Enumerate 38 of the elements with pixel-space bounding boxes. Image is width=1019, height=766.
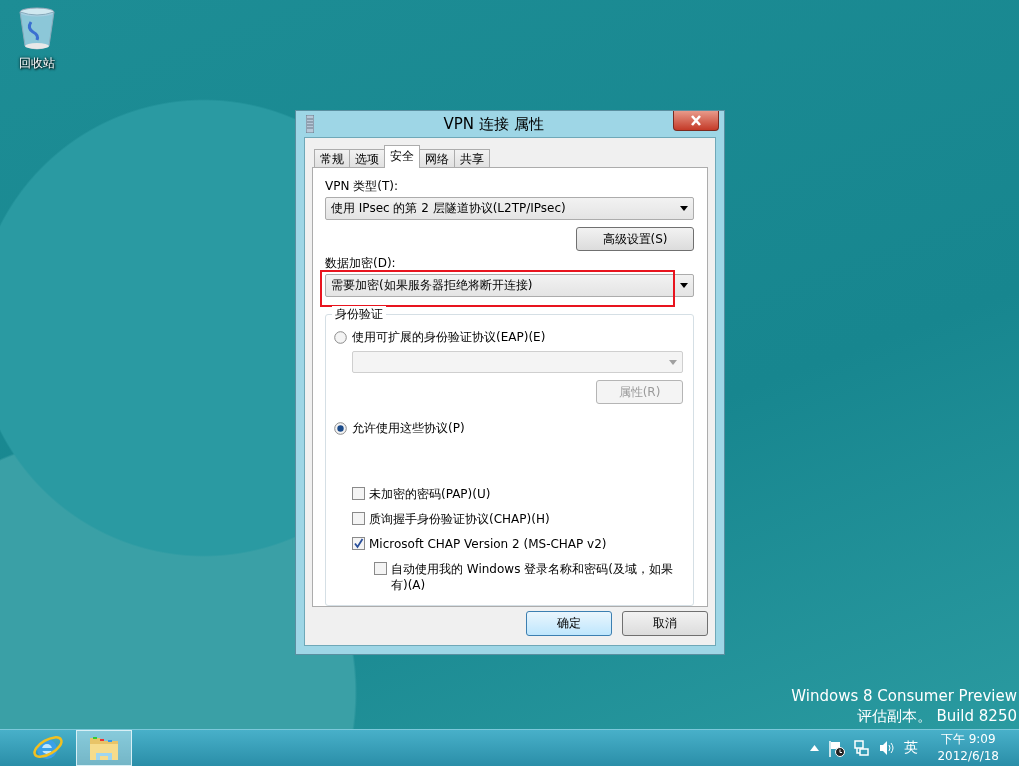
close-button[interactable] bbox=[673, 111, 719, 131]
radio-button[interactable] bbox=[334, 330, 347, 344]
field-label: 数据加密(D): bbox=[325, 255, 397, 271]
window-icon bbox=[306, 115, 314, 133]
checkbox-label[interactable]: Microsoft CHAP Version 2 (MS-CHAP v2) bbox=[369, 536, 669, 552]
window-title: VPN 连接 属性 bbox=[442, 114, 545, 134]
ok-button[interactable]: 确定 bbox=[526, 611, 612, 636]
network-icon[interactable] bbox=[854, 739, 871, 757]
tab[interactable]: 安全 bbox=[384, 145, 420, 168]
checkbox[interactable] bbox=[374, 562, 387, 575]
checkbox-label[interactable]: 未加密的密码(PAP)(U) bbox=[369, 486, 669, 502]
recycle-bin-icon[interactable] bbox=[17, 6, 57, 52]
dropdown-arrow-icon bbox=[669, 359, 677, 365]
radio-button[interactable] bbox=[334, 421, 347, 435]
dropdown-arrow-icon bbox=[680, 283, 688, 288]
dropdown[interactable]: 使用 IPsec 的第 2 层隧道协议(L2TP/IPsec) bbox=[325, 197, 694, 220]
dropdown[interactable]: 需要加密(如果服务器拒绝将断开连接) bbox=[325, 274, 694, 297]
edition-text: Windows 8 Consumer Preview bbox=[791, 686, 1017, 706]
speaker-icon[interactable] bbox=[879, 740, 896, 756]
cancel-button[interactable]: 取消 bbox=[622, 611, 708, 636]
show-hidden-icons-icon[interactable] bbox=[810, 745, 820, 751]
checkbox-label[interactable]: 质询握手身份验证协议(CHAP)(H) bbox=[369, 511, 669, 527]
edition-text: 评估副本。 Build 8250 bbox=[856, 706, 1017, 726]
radio-label[interactable]: 使用可扩展的身份验证协议(EAP)(E) bbox=[352, 328, 546, 346]
desktop-icon-label[interactable]: 回收站 bbox=[19, 55, 55, 72]
dropdown-arrow-icon bbox=[680, 206, 688, 211]
folder-icon bbox=[88, 734, 120, 762]
checkbox-label[interactable]: 自动使用我的 Windows 登录名称和密码(及域，如果有)(A) bbox=[391, 561, 683, 593]
group-title: 身份验证 bbox=[332, 306, 386, 323]
close-icon bbox=[690, 115, 702, 126]
radio-label[interactable]: 允许使用这些协议(P) bbox=[352, 419, 465, 437]
checkbox[interactable] bbox=[352, 537, 365, 550]
checkbox[interactable] bbox=[352, 487, 365, 500]
taskbar-button[interactable] bbox=[76, 730, 132, 766]
field-label: VPN 类型(T): bbox=[325, 178, 399, 194]
advanced-settings-button[interactable]: 高级设置(S) bbox=[576, 227, 694, 251]
checkbox[interactable] bbox=[352, 512, 365, 525]
flag-icon[interactable] bbox=[828, 739, 846, 757]
